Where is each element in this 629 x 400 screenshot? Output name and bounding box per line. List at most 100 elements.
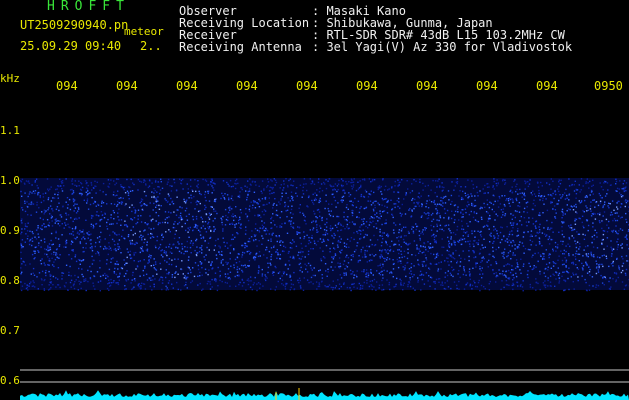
noise-speckle — [51, 220, 53, 222]
noise-speckle — [468, 271, 471, 273]
noise-speckle — [354, 197, 356, 200]
noise-speckle — [303, 231, 305, 233]
noise-speckle — [127, 235, 130, 238]
noise-speckle — [227, 247, 229, 249]
noise-speckle — [231, 234, 234, 236]
noise-speckle — [65, 246, 67, 248]
noise-speckle — [239, 281, 241, 284]
noise-speckle — [605, 218, 608, 221]
noise-speckle — [328, 284, 331, 286]
noise-speckle — [57, 194, 59, 196]
y-tick-label: 0.9 — [0, 224, 20, 237]
noise-speckle — [557, 267, 559, 269]
noise-speckle — [346, 238, 349, 240]
noise-speckle — [50, 200, 53, 202]
noise-speckle — [282, 189, 284, 191]
noise-speckle — [534, 204, 536, 207]
noise-speckle — [99, 239, 102, 241]
noise-speckle — [553, 205, 556, 207]
noise-speckle — [77, 258, 80, 261]
noise-speckle — [163, 250, 166, 252]
noise-speckle — [164, 218, 167, 221]
noise-speckle — [599, 194, 602, 197]
noise-speckle — [168, 195, 170, 197]
noise-speckle — [77, 210, 79, 212]
noise-speckle — [180, 212, 182, 214]
noise-speckle — [492, 242, 494, 244]
noise-speckle — [272, 220, 275, 222]
noise-speckle — [227, 216, 229, 218]
noise-speckle — [436, 211, 439, 214]
noise-speckle — [167, 181, 169, 183]
noise-speckle — [116, 200, 119, 203]
noise-speckle — [329, 247, 331, 250]
noise-speckle — [207, 242, 210, 244]
noise-speckle — [547, 226, 549, 229]
noise-speckle — [129, 250, 131, 253]
noise-speckle — [516, 230, 519, 232]
noise-speckle — [547, 238, 549, 241]
noise-speckle — [578, 253, 581, 255]
noise-speckle — [262, 204, 264, 206]
y-tick-label: 0.6 — [0, 374, 20, 387]
noise-speckle — [233, 264, 235, 266]
noise-speckle — [67, 214, 70, 216]
noise-speckle — [248, 208, 250, 211]
noise-speckle — [279, 244, 282, 246]
noise-speckle — [495, 248, 497, 251]
noise-speckle — [325, 226, 328, 228]
noise-speckle — [146, 248, 149, 250]
noise-speckle — [234, 182, 236, 185]
noise-speckle — [290, 208, 293, 211]
noise-speckle — [201, 252, 203, 254]
noise-speckle — [109, 247, 112, 249]
noise-speckle — [283, 183, 285, 185]
noise-speckle — [306, 234, 308, 236]
noise-speckle — [466, 231, 468, 233]
noise-speckle — [561, 230, 563, 232]
noise-speckle — [309, 241, 312, 244]
noise-speckle — [558, 179, 560, 181]
noise-speckle — [139, 287, 141, 289]
noise-speckle — [325, 187, 328, 190]
noise-speckle — [34, 246, 36, 249]
noise-speckle — [547, 269, 549, 271]
noise-speckle — [619, 228, 622, 230]
noise-speckle — [288, 260, 290, 262]
noise-speckle — [528, 217, 530, 219]
noise-speckle — [513, 241, 515, 243]
noise-speckle — [116, 194, 118, 196]
noise-speckle — [510, 224, 513, 226]
noise-speckle — [611, 213, 614, 216]
noise-speckle — [236, 232, 238, 234]
noise-speckle — [71, 240, 73, 242]
noise-speckle — [275, 235, 277, 237]
noise-speckle — [290, 195, 293, 198]
noise-speckle — [434, 288, 436, 290]
noise-speckle — [379, 255, 381, 258]
noise-speckle — [344, 245, 346, 247]
noise-speckle — [153, 196, 155, 199]
noise-speckle — [113, 203, 116, 205]
noise-speckle — [27, 235, 29, 237]
noise-speckle — [387, 252, 389, 255]
noise-speckle — [247, 265, 250, 267]
noise-speckle — [318, 270, 320, 272]
noise-speckle — [289, 264, 291, 266]
noise-speckle — [610, 246, 612, 248]
noise-speckle — [97, 252, 100, 254]
noise-speckle — [31, 253, 34, 256]
noise-speckle — [290, 220, 292, 222]
noise-speckle — [381, 256, 383, 258]
noise-speckle — [107, 179, 110, 181]
noise-speckle — [331, 227, 334, 230]
noise-speckle — [93, 275, 95, 277]
noise-speckle — [90, 184, 93, 186]
noise-speckle — [204, 221, 207, 223]
noise-speckle — [386, 206, 388, 209]
noise-speckle — [47, 245, 49, 247]
noise-speckle — [102, 191, 104, 193]
noise-speckle — [334, 266, 336, 268]
noise-speckle — [548, 237, 551, 239]
noise-speckle — [273, 178, 275, 180]
